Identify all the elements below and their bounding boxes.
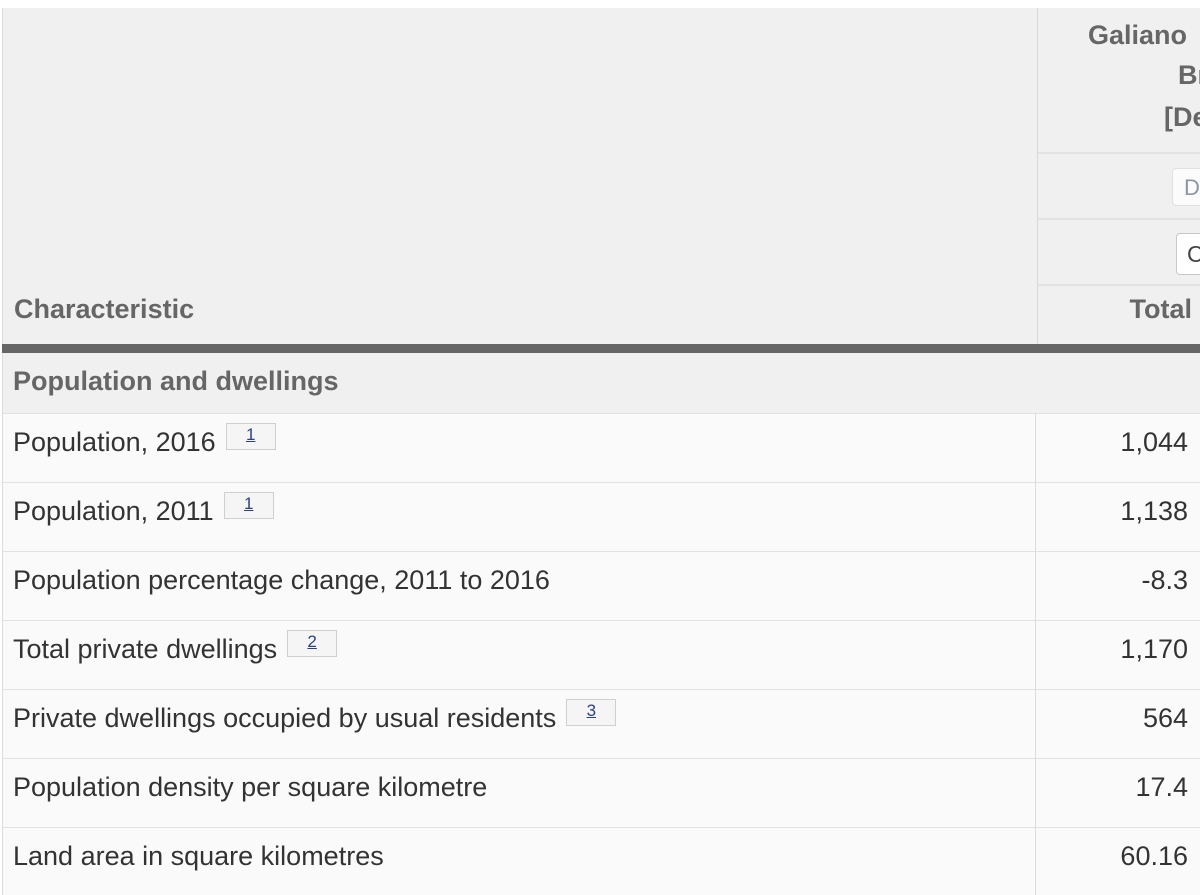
header-rule (2, 344, 1200, 353)
total-column-header: Total (1129, 294, 1193, 324)
table-row: Land area in square kilometres 60.16 (2, 828, 1200, 895)
characteristic-header-cell: Characteristic (3, 8, 1035, 344)
column-divider (1035, 483, 1036, 552)
row-label: Private dwellings occupied by usual resi… (13, 699, 617, 734)
table-row: Total private dwellings 2 1,170 (2, 621, 1200, 690)
footnote-link[interactable]: 3 (566, 699, 617, 726)
table-row: Population, 2016 1 1,044 (2, 414, 1200, 483)
column-divider (1035, 552, 1036, 621)
footnote-link[interactable]: 2 (287, 630, 338, 657)
row-label-text: Land area in square kilometres (13, 841, 384, 871)
row-label: Total private dwellings 2 (13, 630, 338, 665)
geography-header-cell: Galiano Br [De D C Total (1037, 8, 1200, 344)
header-control-row-2: C (1038, 220, 1200, 286)
row-value: 564 (1142, 703, 1188, 733)
row-value: -8.3 (1141, 565, 1188, 595)
table-row: Population, 2011 1 1,138 (2, 483, 1200, 552)
header-control-button-2[interactable]: C (1176, 233, 1200, 275)
row-label-text: Total private dwellings (13, 634, 278, 664)
section-title: Population and dwellings (13, 366, 339, 396)
table-header: Characteristic Galiano Br [De D C Total (2, 8, 1200, 344)
row-value: 1,044 (1120, 427, 1188, 457)
row-label-text: Population, 2016 (13, 427, 216, 457)
geography-name: Galiano Br [De (1038, 8, 1200, 154)
header-control-button-1[interactable]: D (1172, 168, 1200, 206)
geography-name-line-2: Br (1178, 60, 1200, 90)
row-value: 1,138 (1120, 496, 1188, 526)
column-divider (1035, 828, 1036, 895)
geography-name-line-3: [De (1164, 102, 1200, 132)
row-label: Population, 2016 1 (13, 423, 276, 458)
row-label-text: Population percentage change, 2011 to 20… (13, 565, 550, 595)
table-row: Population percentage change, 2011 to 20… (2, 552, 1200, 621)
row-label-text: Population density per square kilometre (13, 772, 488, 802)
column-divider (1035, 690, 1036, 759)
census-profile-table: Characteristic Galiano Br [De D C Total … (0, 0, 1200, 895)
row-label-text: Private dwellings occupied by usual resi… (13, 703, 557, 733)
section-row: Population and dwellings (2, 353, 1200, 414)
geography-name-line-1: Galiano (1088, 20, 1188, 50)
row-label: Land area in square kilometres (13, 841, 384, 872)
row-value: 60.16 (1120, 841, 1188, 871)
row-value: 17.4 (1135, 772, 1188, 802)
top-edge (0, 0, 1200, 8)
column-divider (1035, 414, 1036, 483)
row-label: Population density per square kilometre (13, 772, 487, 803)
row-label-text: Population, 2011 (13, 496, 214, 526)
row-label: Population, 2011 1 (13, 492, 274, 527)
row-value: 1,170 (1120, 634, 1188, 664)
row-label: Population percentage change, 2011 to 20… (13, 565, 550, 596)
header-control-row-1: D (1038, 154, 1200, 220)
column-divider (1035, 759, 1036, 828)
table-row: Population density per square kilometre … (2, 759, 1200, 828)
column-divider (1035, 621, 1036, 690)
table-row: Private dwellings occupied by usual resi… (2, 690, 1200, 759)
characteristic-column-header: Characteristic (14, 294, 195, 324)
footnote-link[interactable]: 1 (225, 423, 276, 450)
footnote-link[interactable]: 1 (223, 492, 274, 519)
